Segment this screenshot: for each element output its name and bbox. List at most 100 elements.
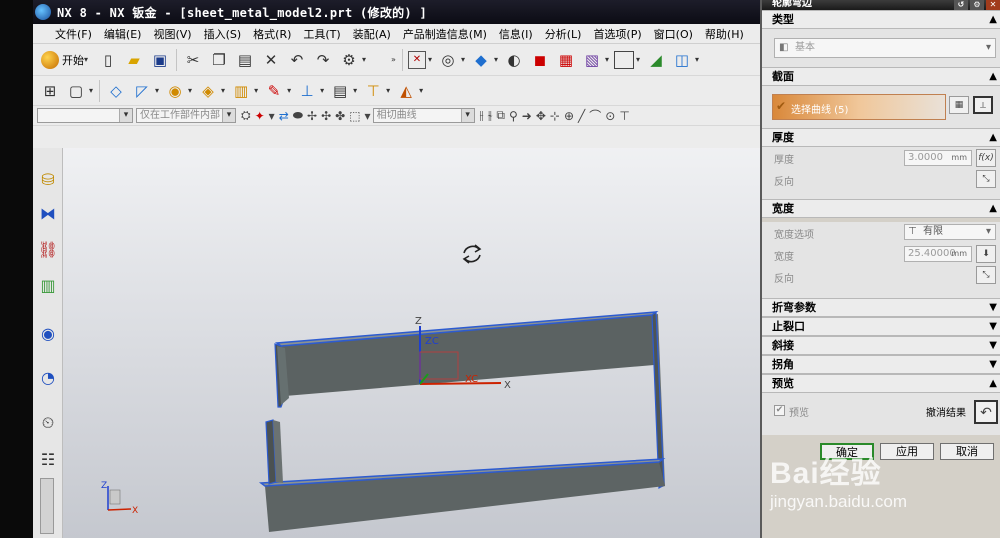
width-options-icon[interactable]: ⬇ [976, 245, 996, 263]
reverse-direction-icon[interactable]: ⤡ [976, 170, 996, 188]
snap-mid-icon[interactable]: ✤ [335, 109, 345, 123]
cancel-button[interactable]: 取消 [940, 443, 994, 460]
curve-rule-select[interactable]: 相切曲线 [372, 108, 475, 123]
copy-icon[interactable]: ❐ [208, 49, 230, 71]
open-folder-icon[interactable]: ▰ [123, 49, 145, 71]
command-finder-icon[interactable]: ⚙ [338, 49, 360, 71]
miter-section-header[interactable]: 斜接 ▼ [762, 336, 1000, 355]
snap-point-icon[interactable]: ✢ [307, 109, 317, 123]
menu-edit[interactable]: 编辑(E) [98, 26, 148, 42]
arrow-right-icon[interactable]: ➜ [522, 109, 532, 123]
roles-icon[interactable]: ☷ [36, 446, 60, 472]
layer-icon[interactable]: ▦ [555, 49, 577, 71]
gusset-icon[interactable]: ◭ [395, 80, 417, 102]
cut-icon[interactable]: ✂ [182, 49, 204, 71]
fit-view-icon[interactable]: ✕ [407, 50, 426, 69]
undo-icon[interactable]: ↶ [286, 49, 308, 71]
toolbar-overflow-icon[interactable]: » [391, 55, 396, 64]
delete-icon[interactable]: ✕ [260, 49, 282, 71]
menu-assembly[interactable]: 装配(A) [347, 26, 397, 42]
system-materials-icon[interactable]: ⏲ [36, 410, 60, 436]
type-section-header[interactable]: 类型 ▲ [762, 10, 1000, 29]
arc-icon[interactable]: ⌒ [589, 107, 601, 124]
feature-curves-icon[interactable]: ⚲ [509, 109, 518, 123]
upgrade-icon[interactable]: ⇄ [279, 109, 289, 123]
thickness-section-header[interactable]: 厚度 ▲ [762, 128, 1000, 147]
menu-format[interactable]: 格式(R) [247, 26, 297, 42]
preview-section-header[interactable]: 预览 ▲ [762, 374, 1000, 393]
arc-center-icon[interactable]: ⊙ [605, 109, 615, 123]
selection-mode-icon[interactable]: ⛭ [241, 108, 251, 123]
menu-information[interactable]: 信息(I) [493, 26, 539, 42]
sheet-metal-part[interactable] [258, 310, 666, 532]
menu-window[interactable]: 窗口(O) [648, 26, 699, 42]
menu-analysis[interactable]: 分析(L) [539, 26, 588, 42]
follow-fillet-icon[interactable]: ⫳ [487, 108, 492, 123]
width-input[interactable]: 25.40000 mm [904, 246, 972, 262]
menu-preferences[interactable]: 首选项(P) [587, 26, 647, 42]
preview-checkbox[interactable]: ✔ [774, 405, 785, 416]
thickness-input[interactable]: 3.0000 mm [904, 150, 972, 166]
relief-section-header[interactable]: 止裂口 ▼ [762, 317, 1000, 336]
save-icon[interactable]: ▣ [149, 49, 171, 71]
shaded-view-icon[interactable]: ◆ [470, 49, 492, 71]
corner-section-header[interactable]: 拐角 ▼ [762, 355, 1000, 374]
resource-bar-scrollbar[interactable] [40, 478, 54, 534]
new-file-icon[interactable]: ▯ [97, 49, 119, 71]
rotate-view-icon[interactable]: ◎ [437, 49, 459, 71]
path-icon[interactable]: ⧉ [496, 108, 505, 123]
flat-pattern-icon[interactable]: ▤ [329, 80, 351, 102]
background-icon[interactable] [614, 50, 634, 69]
menu-pmi[interactable]: 产品制造信息(M) [397, 26, 493, 42]
select-all-icon[interactable]: ✦ [255, 109, 265, 123]
type-select[interactable]: ◧ 基本 ▾ [774, 38, 996, 58]
menu-file[interactable]: 文件(F) [33, 26, 98, 42]
line-icon[interactable]: ╱ [578, 109, 585, 123]
ok-button[interactable]: 确定 [820, 443, 874, 460]
menu-tools[interactable]: 工具(T) [297, 26, 346, 42]
sketch-icon[interactable]: ⊞ [39, 80, 61, 102]
corner-icon[interactable]: ✎ [263, 80, 285, 102]
width-section-header[interactable]: 宽度 ▲ [762, 199, 1000, 218]
snap-control-icon[interactable]: ⊕ [564, 109, 574, 123]
bend-parameters-section-header[interactable]: 折弯参数 ▼ [762, 298, 1000, 317]
wcs-icon[interactable]: ▧ [581, 49, 603, 71]
constraint-navigator-icon[interactable]: ⧓ [36, 200, 60, 226]
section-section-header[interactable]: 截面 ▲ [762, 67, 1000, 86]
width-option-select[interactable]: ⊤ 有限 ▾ [904, 224, 996, 240]
web-browser-icon[interactable]: ◉ [36, 320, 60, 346]
formula-icon[interactable]: f(x) [976, 149, 996, 167]
curve-section-icon[interactable]: ⟂ [973, 96, 993, 114]
apply-button[interactable]: 应用 [880, 443, 934, 460]
part-navigator-icon[interactable]: ⛓ [36, 236, 60, 262]
close-icon[interactable]: ✕ [986, 0, 1000, 10]
snap-mid-point-icon[interactable]: ⊹ [550, 109, 560, 123]
render-style-icon[interactable]: ◐ [503, 49, 525, 71]
analysis-icon[interactable]: ◢ [645, 49, 667, 71]
menu-help[interactable]: 帮助(H) [699, 26, 750, 42]
undo-result-icon[interactable]: ↶ [974, 400, 998, 424]
history-icon[interactable]: ◔ [36, 364, 60, 390]
paste-icon[interactable]: ▤ [234, 49, 256, 71]
redo-icon[interactable]: ↷ [312, 49, 334, 71]
scope-filter-select[interactable]: 仅在工作部件内部 [136, 108, 236, 123]
tangent-icon[interactable]: ⊤ [619, 109, 629, 123]
assembly-navigator-icon[interactable]: ⛁ [36, 166, 60, 192]
menu-view[interactable]: 视图(V) [147, 26, 197, 42]
start-button[interactable]: 开始 ▾ [37, 50, 95, 69]
tab-icon[interactable]: ◇ [105, 80, 127, 102]
stop-at-intersection-icon[interactable]: ⫲ [480, 108, 484, 123]
reverse-direction-icon[interactable]: ⤡ [976, 266, 996, 284]
surface-icon[interactable]: ⬬ [293, 108, 303, 123]
menu-insert[interactable]: 插入(S) [198, 26, 248, 42]
snap-end-icon[interactable]: ✥ [536, 109, 546, 123]
contour-flange-icon[interactable]: ◉ [164, 80, 186, 102]
louver-icon[interactable]: ◈ [197, 80, 219, 102]
bend-icon[interactable]: ▥ [230, 80, 252, 102]
rectangle-icon[interactable]: ▢ [65, 80, 87, 102]
flange-icon[interactable]: ◸ [131, 80, 153, 102]
unbend-icon[interactable]: ⊥ [296, 80, 318, 102]
settings-icon[interactable]: ⚙ [970, 0, 984, 10]
sketch-section-icon[interactable]: ▦ [949, 96, 969, 114]
select-curve-row[interactable]: ✔ 选择曲线 (5) [772, 94, 946, 120]
